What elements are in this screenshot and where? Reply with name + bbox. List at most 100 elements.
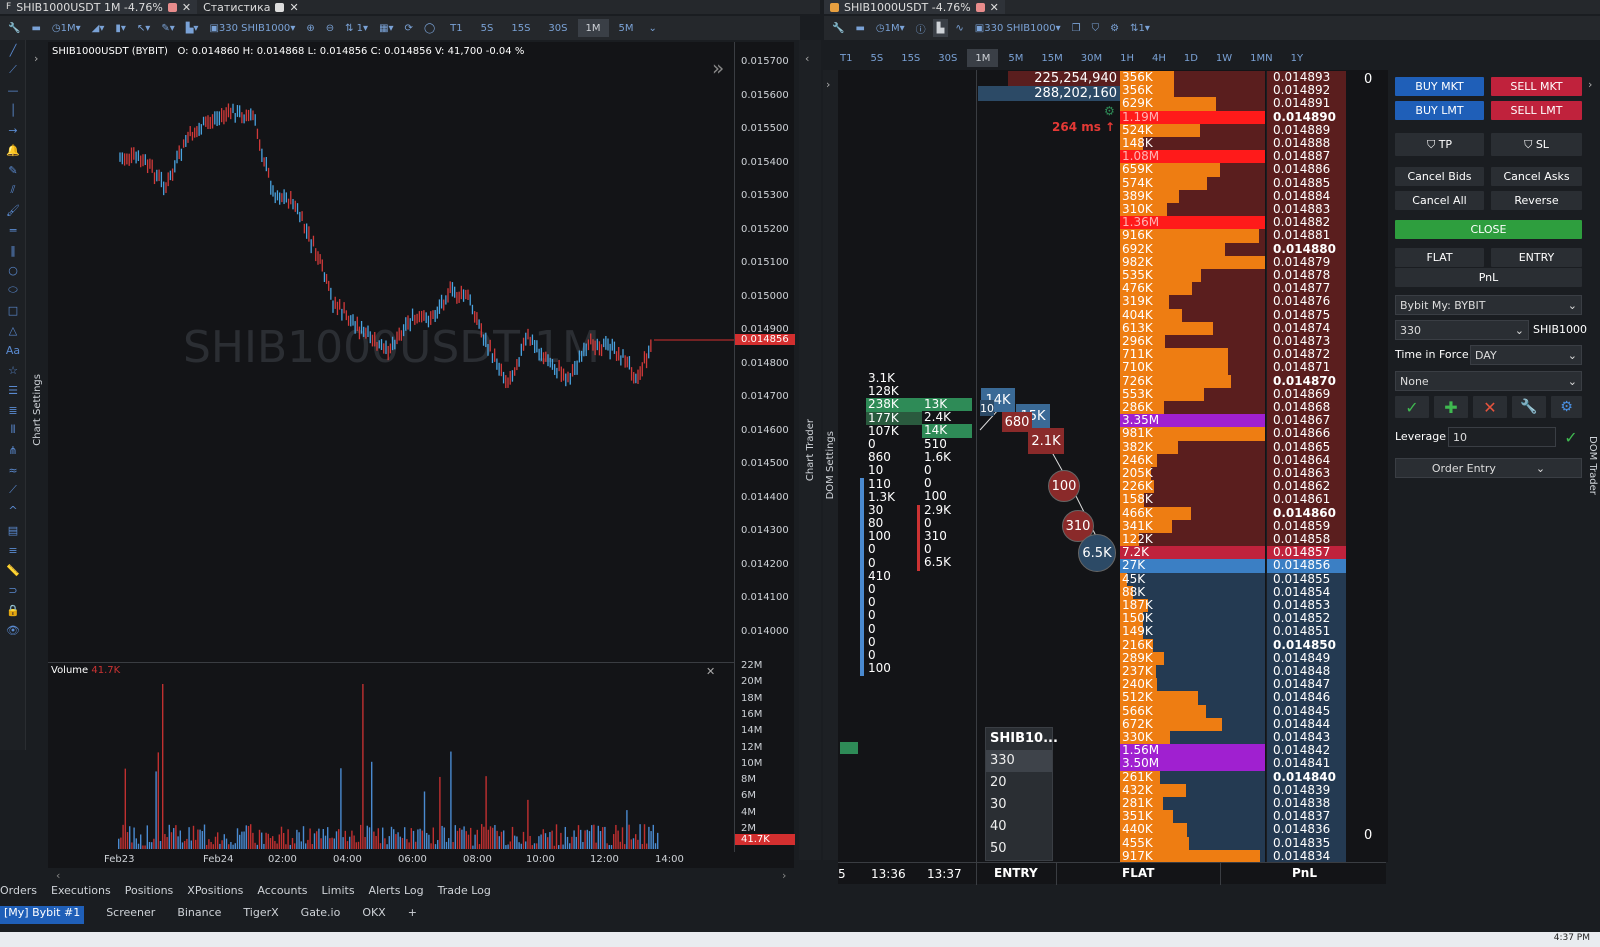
tab-executions[interactable]: Executions <box>51 884 111 902</box>
ladder-price-cell[interactable]: 0.014842 <box>1266 743 1346 758</box>
ladder-price-cell[interactable]: 0.014849 <box>1266 651 1346 665</box>
ladder-price-cell[interactable]: 0.014839 <box>1266 783 1346 797</box>
timeframe-15s[interactable]: 15S <box>893 49 928 67</box>
ladder-row[interactable]: 1.36M 0.014882 <box>1120 215 1348 230</box>
ladder-volume-cell[interactable]: 149K <box>1120 625 1265 639</box>
leverage-input[interactable]: 10 <box>1448 427 1556 447</box>
tab-stats[interactable]: Статистика ✕ <box>197 0 305 14</box>
ladder-row[interactable]: 389K 0.014884 <box>1120 189 1348 203</box>
ladder-row[interactable]: 150K 0.014852 <box>1120 611 1348 626</box>
footer-flat[interactable]: FLAT <box>1122 866 1154 880</box>
zoom-in-icon[interactable]: ⊕ <box>302 19 318 37</box>
ladder-volume-cell[interactable]: 710K <box>1120 361 1265 375</box>
chevron-down-icon[interactable]: ⌄ <box>645 19 661 37</box>
ladder-volume-cell[interactable]: 45K <box>1120 572 1265 586</box>
ladder-row[interactable]: 672K 0.014844 <box>1120 717 1348 731</box>
ladder-volume-cell[interactable]: 289K <box>1120 651 1265 665</box>
ruler-tool-icon[interactable]: 📏 <box>0 560 26 580</box>
bars-icon[interactable]: ▮▾ <box>111 19 130 37</box>
ladder-row[interactable]: 574K 0.014885 <box>1120 176 1348 190</box>
calendar-icon[interactable]: ▦▾ <box>375 19 397 37</box>
ladder-row[interactable]: 158K 0.014861 <box>1120 493 1348 507</box>
ladder-row[interactable]: 917K 0.014834 <box>1120 849 1348 863</box>
ladder-volume-cell[interactable]: 150K <box>1120 611 1265 626</box>
ladder-price-cell[interactable]: 0.014892 <box>1266 83 1346 98</box>
ladder-volume-cell[interactable]: 27K <box>1120 559 1265 573</box>
edit-icon[interactable] <box>275 2 285 12</box>
strategy-select[interactable]: None ⌄ <box>1395 371 1582 391</box>
quantity-input[interactable]: 330 ⌄ <box>1395 320 1529 340</box>
ladder-row[interactable]: 3.35M 0.014867 <box>1120 413 1348 428</box>
ladder-price-cell[interactable]: 0.014844 <box>1266 717 1346 731</box>
ladder-volume-cell[interactable]: 440K <box>1120 823 1265 837</box>
tab-trade-log[interactable]: Trade Log <box>438 884 491 902</box>
ladder-price-cell[interactable]: 0.014857 <box>1266 545 1346 560</box>
ladder-price-cell[interactable]: 0.014835 <box>1266 836 1346 850</box>
sell-market-button[interactable]: SELL MKT <box>1491 77 1582 96</box>
tab-alerts-log[interactable]: Alerts Log <box>369 884 424 902</box>
ladder-volume-cell[interactable]: 917K <box>1120 849 1265 863</box>
gear-icon[interactable]: ⚙ <box>1104 104 1115 118</box>
scroll-right-icon[interactable]: › <box>782 869 786 882</box>
ladder-price-cell[interactable]: 0.014867 <box>1266 413 1346 428</box>
measure-tool-icon[interactable]: ▤ <box>0 520 26 540</box>
ladder-volume-cell[interactable]: 916K <box>1120 229 1265 243</box>
ladder-row[interactable]: 3.50M 0.014841 <box>1120 757 1348 771</box>
ladder-volume-cell[interactable]: 629K <box>1120 97 1265 111</box>
folder-icon[interactable]: ▬ <box>851 19 868 37</box>
ladder-volume-cell[interactable]: 1.56M <box>1120 743 1265 758</box>
ladder-row[interactable]: 659K 0.014886 <box>1120 163 1348 177</box>
ladder-row[interactable]: 440K 0.014836 <box>1120 823 1348 837</box>
ladder-row[interactable]: 524K 0.014889 <box>1120 123 1348 137</box>
symbol-selector[interactable]: ▣ 330 SHIB1000 ▾ <box>971 19 1065 37</box>
ladder-price-cell[interactable]: 0.014860 <box>1266 506 1346 520</box>
ladder-volume-cell[interactable]: 566K <box>1120 704 1265 718</box>
ellipse-tool-icon[interactable]: ⬭ <box>0 280 26 300</box>
draw-icon[interactable]: ✎▾ <box>157 19 178 37</box>
ladder-price-cell[interactable]: 0.014870 <box>1266 374 1346 388</box>
leverage-confirm-icon[interactable]: ✓ <box>1560 427 1582 447</box>
color-square-icon[interactable] <box>167 2 177 12</box>
ladder-price-cell[interactable]: 0.014866 <box>1266 427 1346 441</box>
quantity-option[interactable]: 40 <box>986 816 1052 838</box>
ladder-price-cell[interactable]: 0.014847 <box>1266 677 1346 692</box>
ladder-price-cell[interactable]: 0.014859 <box>1266 519 1346 533</box>
ladder-price-cell[interactable]: 0.014837 <box>1266 809 1346 824</box>
collapse-icon[interactable]: › <box>1588 78 1592 91</box>
ladder-row[interactable]: 692K 0.014880 <box>1120 242 1348 256</box>
lock-icon[interactable]: 🔒 <box>0 600 26 620</box>
order-entry-select[interactable]: Order Entry ⌄ <box>1395 458 1582 478</box>
ladder-price-cell[interactable]: 0.014856 <box>1266 559 1346 573</box>
connection-tab[interactable]: OKX <box>362 906 385 924</box>
buy-limit-button[interactable]: BUY LMT <box>1395 101 1484 120</box>
ladder-row[interactable]: 7.2K 0.014857 <box>1120 545 1348 560</box>
ladder-price-cell[interactable]: 0.014852 <box>1266 611 1346 626</box>
ladder-row[interactable]: 512K 0.014846 <box>1120 691 1348 705</box>
timeframe-5m[interactable]: 5M <box>1000 49 1031 67</box>
tab-shib-chart[interactable]: F SHIB1000USDT 1M -4.76% ✕ <box>0 0 198 14</box>
ladder-price-cell[interactable]: 0.014836 <box>1266 823 1346 837</box>
ladder-price-cell[interactable]: 0.014874 <box>1266 321 1346 335</box>
timeframe-30s[interactable]: 30S <box>930 49 965 67</box>
mouse-icon[interactable]: ◯ <box>420 19 439 37</box>
ladder-row[interactable]: 261K 0.014840 <box>1120 770 1348 784</box>
ladder-price-cell[interactable]: 0.014884 <box>1266 189 1346 203</box>
timeframe-15s[interactable]: 15S <box>503 19 538 37</box>
vline-tool-icon[interactable]: │ <box>0 100 26 120</box>
connection-tab[interactable]: TigerX <box>243 906 278 924</box>
tab-positions[interactable]: Positions <box>125 884 174 902</box>
chart-line-icon[interactable]: ∿ <box>951 19 967 37</box>
ladder-volume-cell[interactable]: 466K <box>1120 506 1265 520</box>
folder-icon[interactable]: ▬ <box>27 19 44 37</box>
collapse-icon[interactable]: ‹ <box>805 52 809 65</box>
text-tool-icon[interactable]: Aa <box>0 340 26 360</box>
ladder-row[interactable]: 432K 0.014839 <box>1120 783 1348 797</box>
cursor-icon[interactable]: ↖▾ <box>133 19 154 37</box>
ladder-price-cell[interactable]: 0.014877 <box>1266 281 1346 296</box>
magnet-icon[interactable]: ⊃ <box>0 580 26 600</box>
brush-tool-icon[interactable]: 🖌 <box>0 200 26 220</box>
timeframe-1w[interactable]: 1W <box>1208 49 1240 67</box>
rect-tool-icon[interactable]: □ <box>0 300 26 320</box>
reverse-button[interactable]: Reverse <box>1491 191 1582 210</box>
caret-tool-icon[interactable]: ^ <box>0 500 26 520</box>
